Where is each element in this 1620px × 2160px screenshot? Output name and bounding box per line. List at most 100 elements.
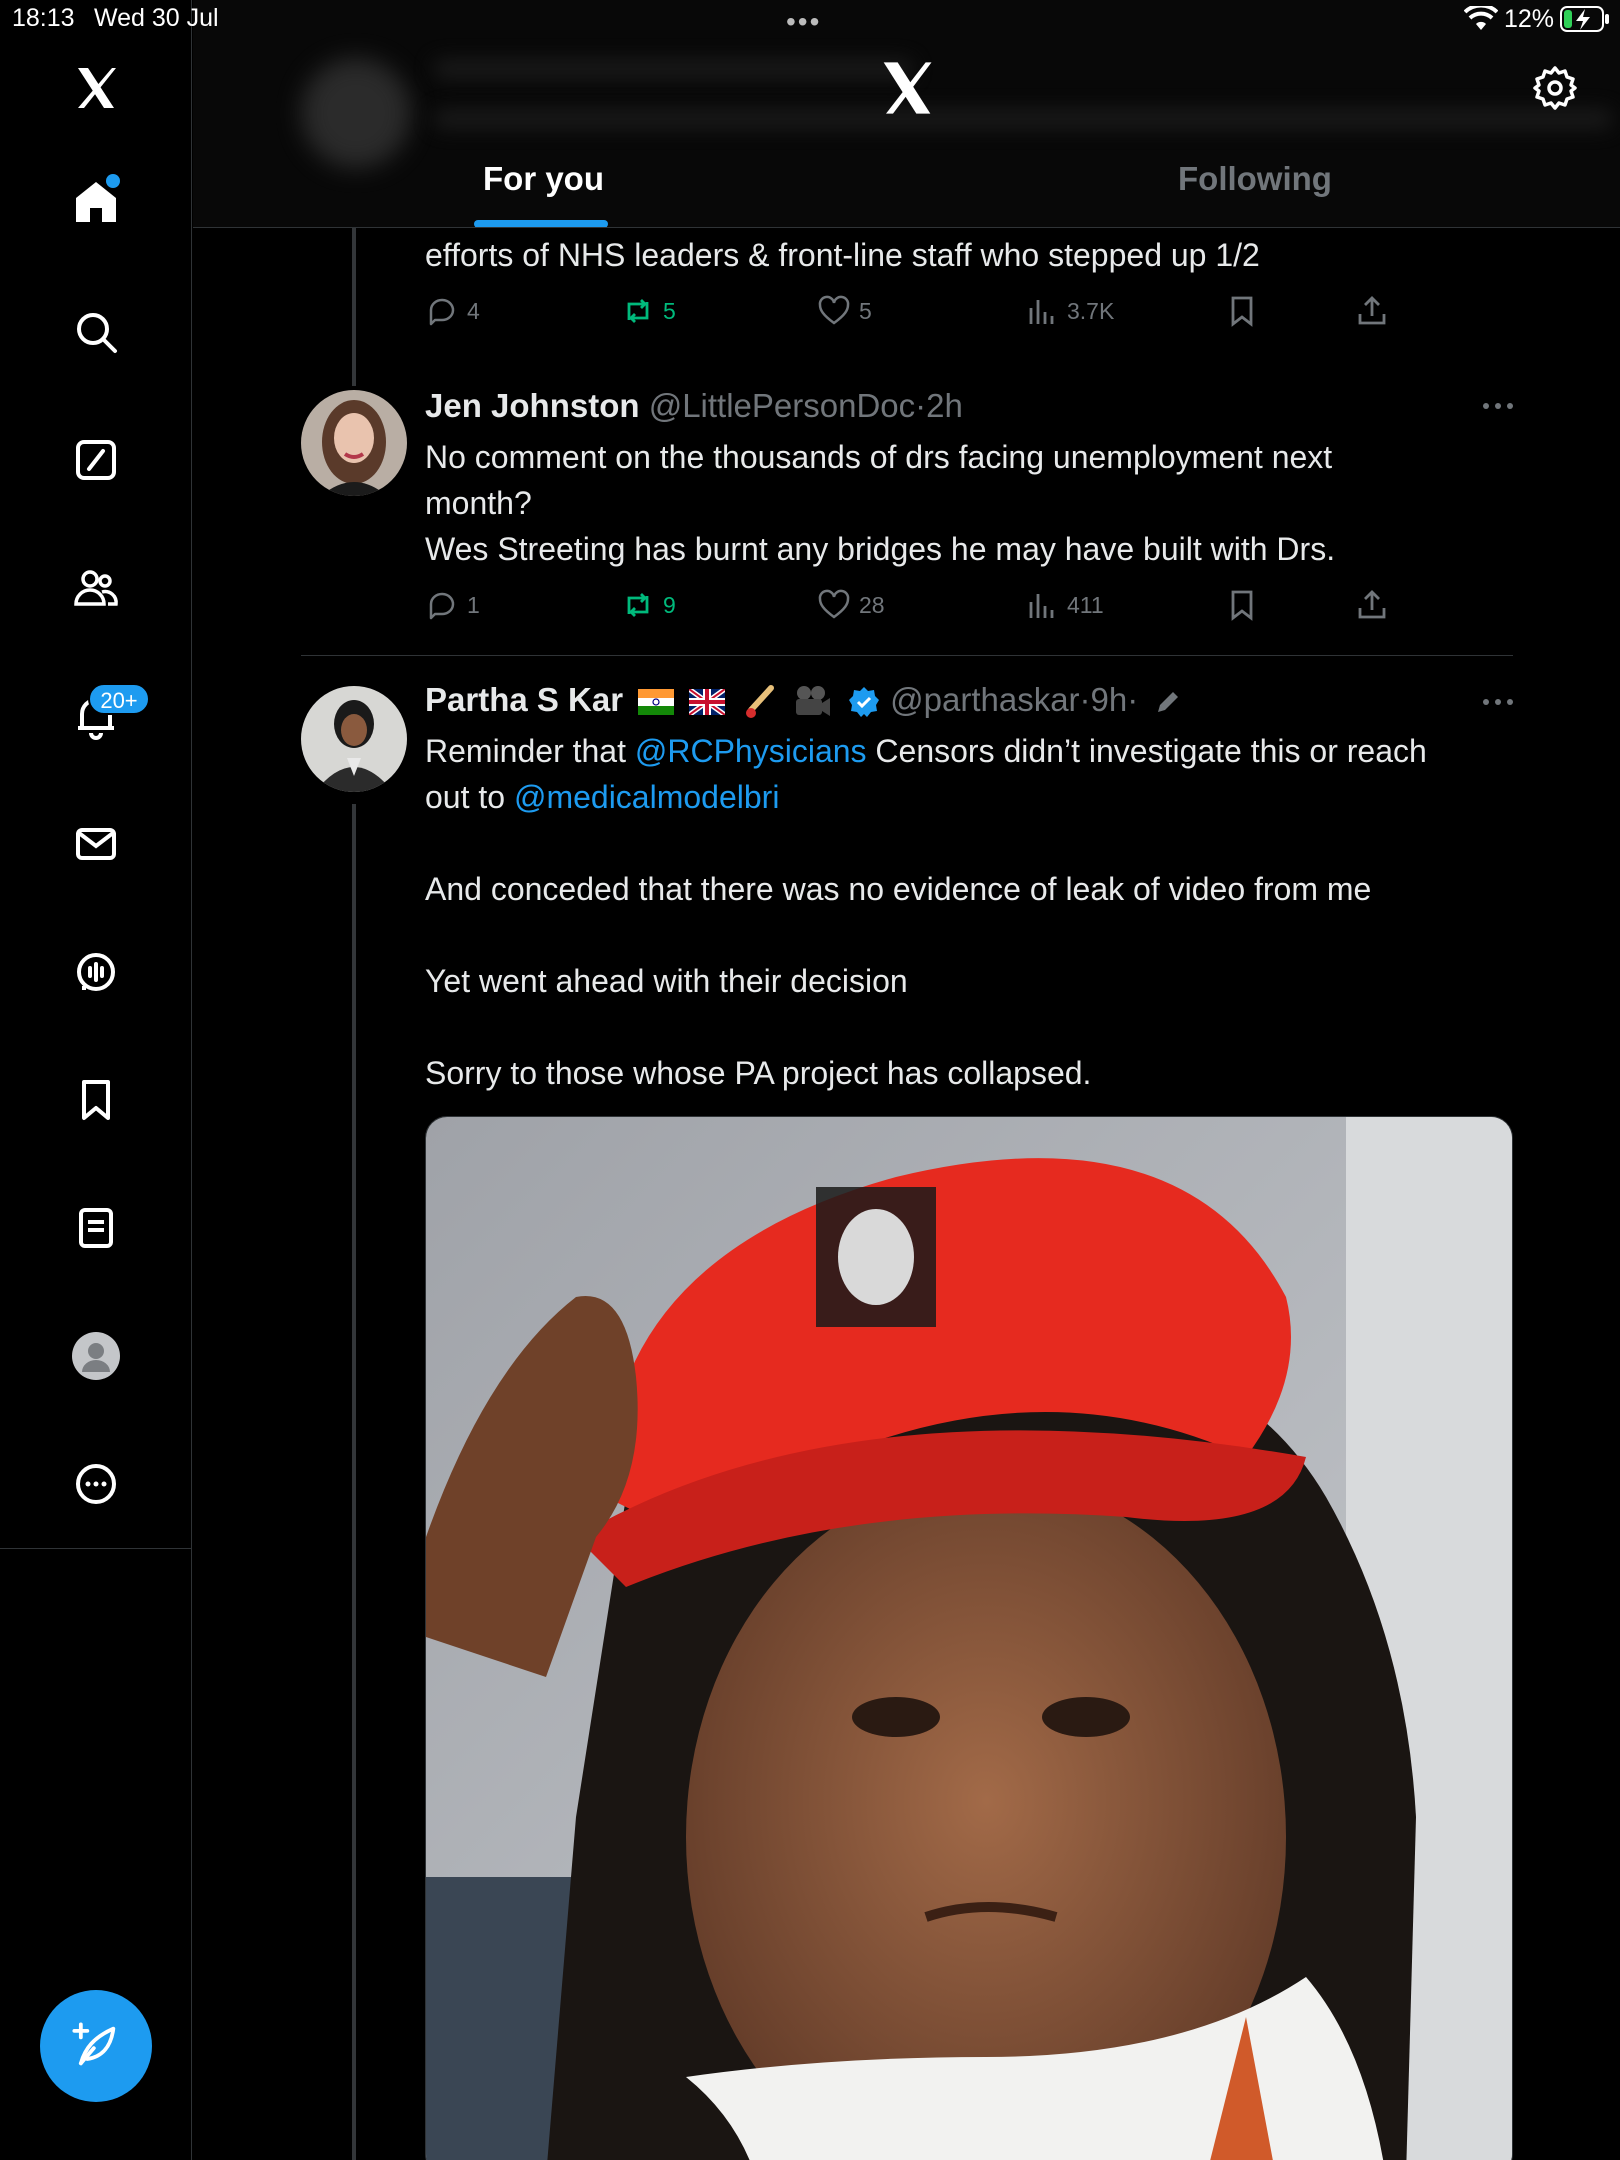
views-chart-icon [1029, 300, 1054, 324]
view-count: 411 [1067, 591, 1104, 618]
mention-link[interactable]: @medicalmodelbri [514, 779, 779, 815]
status-time: 18:13 [12, 4, 75, 32]
share-button[interactable] [1355, 588, 1397, 622]
repost-icon [627, 593, 649, 617]
edited-pencil-icon[interactable] [1153, 687, 1183, 717]
sidebar-item-profile[interactable] [56, 1316, 136, 1396]
tweet-photo[interactable] [425, 1116, 1513, 2160]
mail-icon [76, 828, 116, 860]
views-button[interactable]: 411 [1025, 588, 1104, 622]
bookmark-button[interactable] [1225, 294, 1267, 328]
avatar[interactable] [301, 390, 407, 496]
timeline-feed: efforts of NHS leaders & front-line staf… [193, 228, 1620, 2160]
search-icon [77, 313, 117, 353]
tweet-text: Reminder that @RCPhysicians Censors didn… [425, 728, 1427, 774]
x-logo-icon[interactable] [56, 48, 136, 128]
sidebar-divider [0, 1548, 192, 1549]
heart-icon [818, 589, 850, 619]
lists-icon [79, 1208, 113, 1248]
tweet-text: And conceded that there was no evidence … [425, 871, 1372, 907]
post-time[interactable]: 9h [1091, 681, 1128, 718]
sidebar-item-explore[interactable] [56, 292, 136, 372]
post-time[interactable]: 2h [926, 387, 963, 424]
thread-connector [352, 228, 356, 386]
profile-avatar-icon [72, 1332, 120, 1380]
uk-flag-icon [689, 689, 726, 716]
repost-button[interactable]: 5 [621, 294, 676, 328]
reply-button[interactable]: 4 [425, 294, 480, 328]
x-logo-icon[interactable] [879, 60, 935, 116]
sidebar-item-more[interactable] [56, 1444, 136, 1524]
reply-button[interactable]: 1 [425, 588, 480, 622]
sidebar-item-communities[interactable] [56, 548, 136, 628]
cricket-icon [745, 685, 774, 719]
author-name[interactable]: Partha S Kar [425, 681, 623, 718]
separator-dot: · [915, 387, 927, 424]
text-segment: out to [425, 779, 514, 815]
tweet-text: Wes Streeting has burnt any bridges he m… [425, 531, 1336, 567]
text-segment: Reminder that [425, 733, 635, 769]
bookmark-icon [1231, 590, 1253, 621]
thread-connector [352, 804, 356, 2160]
view-count: 3.7K [1067, 297, 1115, 324]
share-icon [1358, 590, 1386, 619]
reply-count: 4 [467, 297, 480, 324]
tweet-actions: 4 5 5 3.7K [425, 294, 1525, 334]
like-button[interactable]: 28 [817, 588, 885, 622]
author-handle[interactable]: @parthaskar [890, 681, 1079, 718]
wifi-icon [1464, 6, 1498, 30]
sidebar-item-home[interactable] [56, 162, 136, 242]
repost-button[interactable]: 9 [621, 588, 676, 622]
status-date: Wed 30 Jul [94, 4, 219, 32]
settings-gear-icon[interactable] [1531, 64, 1579, 112]
status-bar: 18:13 Wed 30 Jul ••• 12% [0, 0, 1620, 40]
share-button[interactable] [1355, 294, 1397, 328]
blurred-background-text [433, 60, 913, 78]
heart-icon [818, 295, 850, 325]
tab-for-you[interactable]: For you [483, 160, 604, 198]
author-handle[interactable]: @LittlePersonDoc [649, 387, 915, 424]
reply-icon [429, 592, 455, 620]
bookmark-icon [82, 1080, 110, 1120]
sidebar-item-lists[interactable] [56, 1188, 136, 1268]
blurred-background-avatar [301, 58, 411, 168]
avatar[interactable] [301, 686, 407, 792]
share-icon [1358, 296, 1386, 325]
tweet-text: out to @medicalmodelbri [425, 774, 779, 820]
battery-percent: 12% [1504, 5, 1555, 33]
india-flag-icon [638, 689, 675, 716]
tweet-text: Sorry to those whose PA project has coll… [425, 1055, 1092, 1091]
notification-count-badge: 20+ [88, 683, 150, 715]
repost-icon [627, 299, 649, 323]
more-options-icon[interactable] [1478, 396, 1518, 416]
home-unread-dot [106, 174, 120, 188]
sidebar-item-bookmarks[interactable] [56, 1060, 136, 1140]
like-count: 5 [859, 297, 872, 324]
sidebar-item-grok[interactable] [56, 420, 136, 500]
multitasking-dots-icon[interactable]: ••• [786, 6, 821, 38]
views-button[interactable]: 3.7K [1025, 294, 1114, 328]
tweet-text: efforts of NHS leaders & front-line staf… [425, 237, 1260, 273]
repost-count: 9 [663, 591, 676, 618]
sidebar-item-spaces[interactable] [56, 932, 136, 1012]
tab-following[interactable]: Following [1178, 160, 1332, 198]
active-tab-indicator [474, 220, 608, 227]
like-button[interactable]: 5 [817, 294, 872, 328]
reply-icon [429, 298, 455, 326]
sidebar-item-messages[interactable] [56, 804, 136, 884]
tweet-author-row: Partha S Kar @parthaskar·9h· [425, 680, 1183, 720]
tweet-actions: 1 9 28 411 [425, 588, 1525, 628]
grok-icon [76, 440, 116, 480]
blurred-background-text [433, 110, 1613, 128]
verified-badge-icon [848, 687, 879, 718]
mention-link[interactable]: @RCPhysicians [635, 733, 867, 769]
compose-post-button[interactable] [40, 1990, 152, 2102]
more-options-icon[interactable] [1478, 692, 1518, 712]
tweet-author-row: Jen Johnston @LittlePersonDoc·2h [425, 386, 963, 426]
tweet-text: Yet went ahead with their decision [425, 963, 908, 999]
bookmark-button[interactable] [1225, 588, 1267, 622]
text-segment: Censors didn’t investigate this or reach [866, 733, 1427, 769]
tweet-divider [301, 655, 1513, 656]
author-name[interactable]: Jen Johnston [425, 387, 640, 424]
movie-camera-icon [795, 686, 830, 717]
